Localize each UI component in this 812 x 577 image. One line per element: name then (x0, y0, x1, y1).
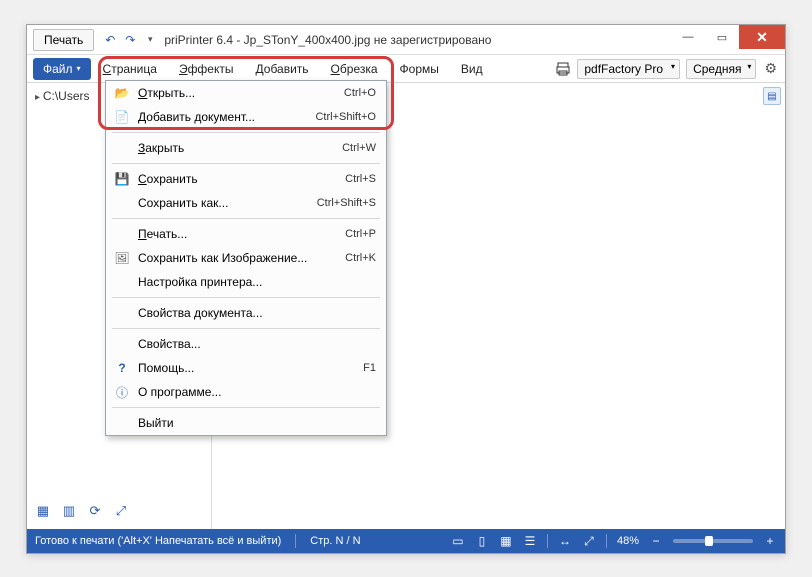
titlebar: Печать ↶ ↷ ▾ priPrinter 6.4 - Jp_STonY_4… (27, 25, 785, 55)
about-icon: ⓘ (112, 383, 132, 401)
menu-file[interactable]: Файл (33, 58, 91, 80)
page-add-icon[interactable]: ▦ (35, 503, 51, 519)
zoom-slider[interactable] (673, 539, 753, 543)
menu-close[interactable]: Закрыть Ctrl+W (106, 136, 386, 160)
expand-icon[interactable]: ⤢ (113, 503, 129, 519)
page-del-icon[interactable]: ▥ (61, 503, 77, 519)
menubar: Файл Страница Эффекты Добавить Обрезка Ф… (27, 55, 785, 83)
document-add-icon: 📄 (112, 108, 132, 126)
menu-effects[interactable]: Эффекты (169, 58, 244, 80)
menu-doc-properties[interactable]: Свойства документа... (106, 301, 386, 325)
menu-help[interactable]: ? Помощь... F1 (106, 356, 386, 380)
redo-icon[interactable]: ↷ (122, 32, 138, 48)
undo-icon[interactable]: ↶ (102, 32, 118, 48)
printer-select[interactable]: pdfFactory Pro (577, 59, 680, 79)
statusbar-separator (547, 534, 548, 548)
status-ready: Готово к печати ('Alt+X' Напечатать всё … (35, 535, 281, 547)
menu-separator (112, 328, 380, 329)
zoom-out-icon[interactable]: − (649, 534, 663, 548)
close-button[interactable]: ✕ (739, 25, 785, 49)
quality-select[interactable]: Средняя (686, 59, 756, 79)
sidebar-toolbar: ▦ ▥ ⟳ ⤢ (35, 499, 203, 523)
menu-separator (112, 132, 380, 133)
menu-save[interactable]: 💾 Сохранить Ctrl+S (106, 167, 386, 191)
view-single-icon[interactable]: ▯ (475, 534, 489, 548)
quick-access-toolbar: ↶ ↷ ▾ (102, 32, 158, 48)
fit-page-icon[interactable]: ⤢ (582, 534, 596, 548)
printer-icon (555, 61, 571, 77)
zoom-in-icon[interactable]: + (763, 534, 777, 548)
menu-forms[interactable]: Формы (390, 58, 449, 80)
image-icon: 🖼 (112, 249, 132, 267)
statusbar-separator (295, 534, 296, 548)
menu-save-image[interactable]: 🖼 Сохранить как Изображение... Ctrl+K (106, 246, 386, 270)
menu-separator (112, 218, 380, 219)
menu-page[interactable]: Страница (93, 58, 167, 80)
status-page: Стр. N / N (310, 535, 360, 547)
maximize-button[interactable]: ▭ (705, 25, 739, 49)
window-controls: — ▭ ✕ (671, 25, 785, 49)
menu-separator (112, 407, 380, 408)
panel-toggle-icon[interactable]: ▤ (763, 87, 781, 105)
print-button[interactable]: Печать (33, 29, 94, 51)
menu-print[interactable]: Печать... Ctrl+P (106, 222, 386, 246)
menu-add[interactable]: Добавить (246, 58, 319, 80)
menu-properties[interactable]: Свойства... (106, 332, 386, 356)
minimize-button[interactable]: — (671, 25, 705, 49)
gear-icon[interactable]: ⚙ (762, 60, 779, 77)
folder-open-icon: 📂 (112, 84, 132, 102)
statusbar: Готово к печати ('Alt+X' Напечатать всё … (27, 529, 785, 553)
statusbar-separator (606, 534, 607, 548)
menu-separator (112, 163, 380, 164)
view-list-icon[interactable]: ☰ (523, 534, 537, 548)
menu-add-document[interactable]: 📄 Добавить документ... Ctrl+Shift+O (106, 105, 386, 129)
help-icon: ? (112, 359, 132, 377)
fit-width-icon[interactable]: ↔ (558, 534, 572, 548)
menu-open[interactable]: 📂 Открыть... Ctrl+O (106, 81, 386, 105)
view-grid-icon[interactable]: ▦ (499, 534, 513, 548)
qat-dropdown-icon[interactable]: ▾ (142, 32, 158, 48)
menu-about[interactable]: ⓘ О программе... (106, 380, 386, 404)
menu-save-as[interactable]: Сохранить как... Ctrl+Shift+S (106, 191, 386, 215)
zoom-value: 48% (617, 535, 639, 547)
view-book-icon[interactable]: ▭ (451, 534, 465, 548)
menu-printer-setup[interactable]: Настройка принтера... (106, 270, 386, 294)
menu-view[interactable]: Вид (451, 58, 493, 80)
save-icon: 💾 (112, 170, 132, 188)
app-title: priPrinter 6.4 - Jp_STonY_400x400.jpg не… (164, 33, 491, 47)
menu-crop[interactable]: Обрезка (321, 58, 388, 80)
file-menu-dropdown: 📂 Открыть... Ctrl+O 📄 Добавить документ.… (105, 80, 387, 436)
menu-exit[interactable]: Выйти (106, 411, 386, 435)
refresh-icon[interactable]: ⟳ (87, 503, 103, 519)
menu-separator (112, 297, 380, 298)
